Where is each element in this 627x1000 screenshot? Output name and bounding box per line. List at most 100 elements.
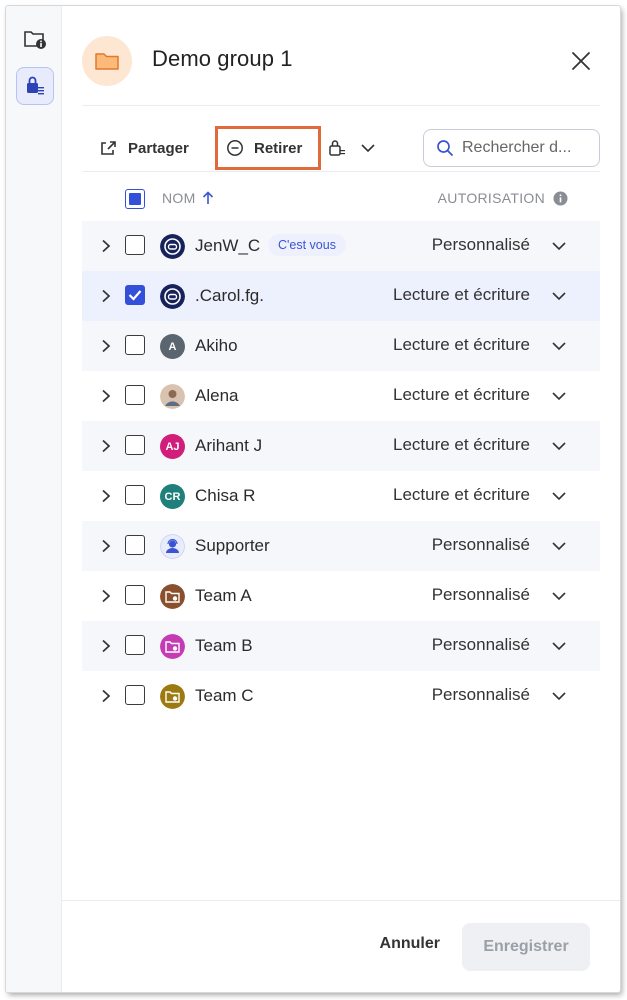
avatar [160, 584, 185, 609]
row-checkbox[interactable] [125, 285, 145, 305]
arrow-up-icon [202, 191, 213, 204]
member-name: Team B [195, 636, 253, 655]
table-row[interactable]: .Carol.fg. Lecture et écriture [82, 271, 600, 321]
remove-button[interactable]: Retirer [215, 126, 322, 170]
avatar-initials: AJ [165, 440, 180, 453]
permission-value[interactable]: Lecture et écriture [393, 485, 530, 505]
permission-dropdown-button[interactable] [550, 337, 568, 355]
cancel-button[interactable]: Annuler [380, 935, 440, 953]
row-checkbox[interactable] [125, 435, 145, 455]
chevron-right-icon [102, 239, 111, 253]
side-rail [6, 6, 62, 992]
expand-row-button[interactable] [96, 636, 116, 656]
permission-dropdown-button[interactable] [550, 437, 568, 455]
expand-row-button[interactable] [96, 286, 116, 306]
permission-dropdown-button[interactable] [550, 237, 568, 255]
permission-dropdown-button[interactable] [550, 487, 568, 505]
table-row[interactable]: A Akiho Lecture et écriture [82, 321, 600, 371]
table-row[interactable]: Team C Personnalisé [82, 671, 600, 721]
info-icon[interactable] [553, 191, 568, 206]
expand-row-button[interactable] [96, 386, 116, 406]
permission-value[interactable]: Personnalisé [432, 535, 530, 555]
permission-dropdown-button[interactable] [550, 537, 568, 555]
select-all-checkbox[interactable] [125, 189, 145, 209]
lock-list-icon [329, 140, 345, 156]
chevron-down-icon [552, 442, 566, 451]
sharing-panel: Demo group 1 Partager Retirer Rechercher… [62, 6, 620, 992]
table-row[interactable]: Alena Lecture et écriture [82, 371, 600, 421]
row-checkbox[interactable] [125, 535, 145, 555]
table-row[interactable]: Team B Personnalisé [82, 621, 600, 671]
search-field[interactable] [423, 129, 600, 167]
avatar [160, 634, 185, 659]
member-name: Arihant J [195, 436, 263, 455]
row-checkbox[interactable] [125, 635, 145, 655]
member-name: Akiho [195, 336, 238, 355]
table-row[interactable]: Team A Personnalisé [82, 571, 600, 621]
column-permission-label: AUTORISATION [437, 190, 545, 206]
avatar [160, 534, 185, 559]
chevron-right-icon [102, 489, 111, 503]
chevron-down-icon [552, 692, 566, 701]
expand-row-button[interactable] [96, 436, 116, 456]
permission-menu-button[interactable] [328, 130, 376, 166]
table-row[interactable]: CR Chisa R Lecture et écriture [82, 471, 600, 521]
permission-value[interactable]: Lecture et écriture [393, 435, 530, 455]
chevron-right-icon [102, 439, 111, 453]
table-row[interactable]: Supporter Personnalisé [82, 521, 600, 571]
row-checkbox[interactable] [125, 335, 145, 355]
permission-value[interactable]: Personnalisé [432, 235, 530, 255]
permission-dropdown-button[interactable] [550, 687, 568, 705]
permission-value[interactable]: Personnalisé [432, 635, 530, 655]
chevron-right-icon [102, 589, 111, 603]
chevron-right-icon [102, 689, 111, 703]
row-checkbox[interactable] [125, 235, 145, 255]
row-checkbox[interactable] [125, 685, 145, 705]
avatar-initials: A [168, 340, 177, 353]
permission-value[interactable]: Personnalisé [432, 685, 530, 705]
row-checkbox[interactable] [125, 585, 145, 605]
expand-row-button[interactable] [96, 686, 116, 706]
permission-value[interactable]: Personnalisé [432, 585, 530, 605]
folder-info-icon [24, 31, 46, 49]
avatar [160, 384, 185, 409]
avatar: CR [160, 484, 185, 509]
search-input[interactable] [462, 139, 592, 157]
expand-row-button[interactable] [96, 586, 116, 606]
close-button[interactable] [568, 48, 594, 74]
avatar [160, 684, 185, 709]
column-name-header[interactable]: NOM [162, 190, 214, 206]
table-row[interactable]: AJ Arihant J Lecture et écriture [82, 421, 600, 471]
toolbar: Partager Retirer [82, 124, 600, 172]
team-folder-icon [160, 584, 185, 609]
user-icon [160, 234, 185, 259]
folder-info-button[interactable] [16, 20, 54, 58]
permission-dropdown-button[interactable] [550, 637, 568, 655]
chevron-right-icon [102, 539, 111, 553]
share-button[interactable]: Partager [100, 130, 189, 166]
avatar: AJ [160, 434, 185, 459]
column-permission-header: AUTORISATION [438, 190, 568, 206]
permissions-button[interactable] [16, 67, 54, 105]
row-checkbox[interactable] [125, 385, 145, 405]
chevron-down-icon [552, 542, 566, 551]
dialog-window: Demo group 1 Partager Retirer Rechercher… [6, 6, 620, 992]
group-avatar [82, 36, 132, 86]
expand-row-button[interactable] [96, 536, 116, 556]
permission-value[interactable]: Lecture et écriture [393, 385, 530, 405]
row-checkbox[interactable] [125, 485, 145, 505]
expand-row-button[interactable] [96, 236, 116, 256]
expand-row-button[interactable] [96, 336, 116, 356]
table-row[interactable]: JenW_C C'est vous Personnalisé [82, 221, 600, 271]
member-name: Team C [195, 686, 254, 705]
expand-row-button[interactable] [96, 486, 116, 506]
permission-dropdown-button[interactable] [550, 287, 568, 305]
permission-value[interactable]: Lecture et écriture [393, 335, 530, 355]
save-button[interactable]: Enregistrer [462, 923, 590, 971]
permission-dropdown-button[interactable] [550, 587, 568, 605]
support-icon [160, 534, 185, 559]
permission-value[interactable]: Lecture et écriture [393, 285, 530, 305]
lock-list-icon [27, 76, 44, 95]
column-name-label: NOM [162, 190, 196, 206]
permission-dropdown-button[interactable] [550, 387, 568, 405]
